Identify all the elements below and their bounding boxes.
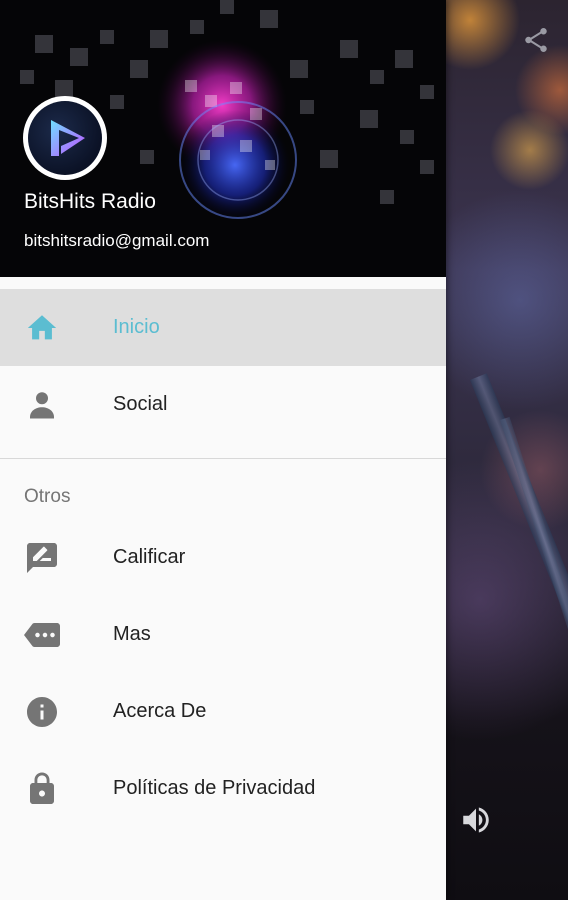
home-icon bbox=[24, 310, 60, 346]
volume-button[interactable] bbox=[456, 800, 496, 840]
menu-item-politicas-de-privacidad[interactable]: Políticas de Privacidad bbox=[0, 750, 446, 827]
menu-item-acerca-de[interactable]: Acerca De bbox=[0, 673, 446, 750]
account-email: bitshitsradio@gmail.com bbox=[24, 231, 210, 250]
app-logo bbox=[28, 101, 102, 175]
menu-item-label: Acerca De bbox=[113, 700, 207, 722]
menu-item-mas[interactable]: Mas bbox=[0, 596, 446, 673]
lock-icon bbox=[24, 771, 60, 807]
share-icon bbox=[525, 28, 547, 52]
share-button[interactable] bbox=[520, 24, 552, 56]
background-image-detail bbox=[470, 373, 568, 686]
menu-item-inicio[interactable]: Inicio bbox=[0, 289, 446, 366]
play-logo-icon bbox=[51, 120, 85, 156]
menu-item-calificar[interactable]: Calificar bbox=[0, 519, 446, 596]
app-name: BitsHits Radio bbox=[24, 190, 156, 213]
drawer-menu: Inicio Social Otros Calificar Mas Acerca… bbox=[0, 289, 446, 827]
menu-item-social[interactable]: Social bbox=[0, 366, 446, 443]
app-logo-avatar bbox=[23, 96, 107, 180]
menu-item-label: Mas bbox=[113, 623, 151, 645]
more-tag-icon bbox=[24, 617, 60, 653]
menu-item-label: Políticas de Privacidad bbox=[113, 777, 316, 799]
menu-item-label: Calificar bbox=[113, 546, 186, 568]
menu-item-label: Social bbox=[113, 393, 168, 415]
volume-icon bbox=[463, 807, 489, 833]
drawer-header: BitsHits Radio bitshitsradio@gmail.com bbox=[0, 0, 446, 277]
person-icon bbox=[24, 387, 60, 423]
menu-item-label: Inicio bbox=[113, 316, 160, 338]
section-header-otros: Otros bbox=[24, 486, 71, 507]
info-icon bbox=[24, 694, 60, 730]
navigation-drawer: BitsHits Radio bitshitsradio@gmail.com I… bbox=[0, 0, 446, 900]
rate-review-icon bbox=[24, 540, 60, 576]
